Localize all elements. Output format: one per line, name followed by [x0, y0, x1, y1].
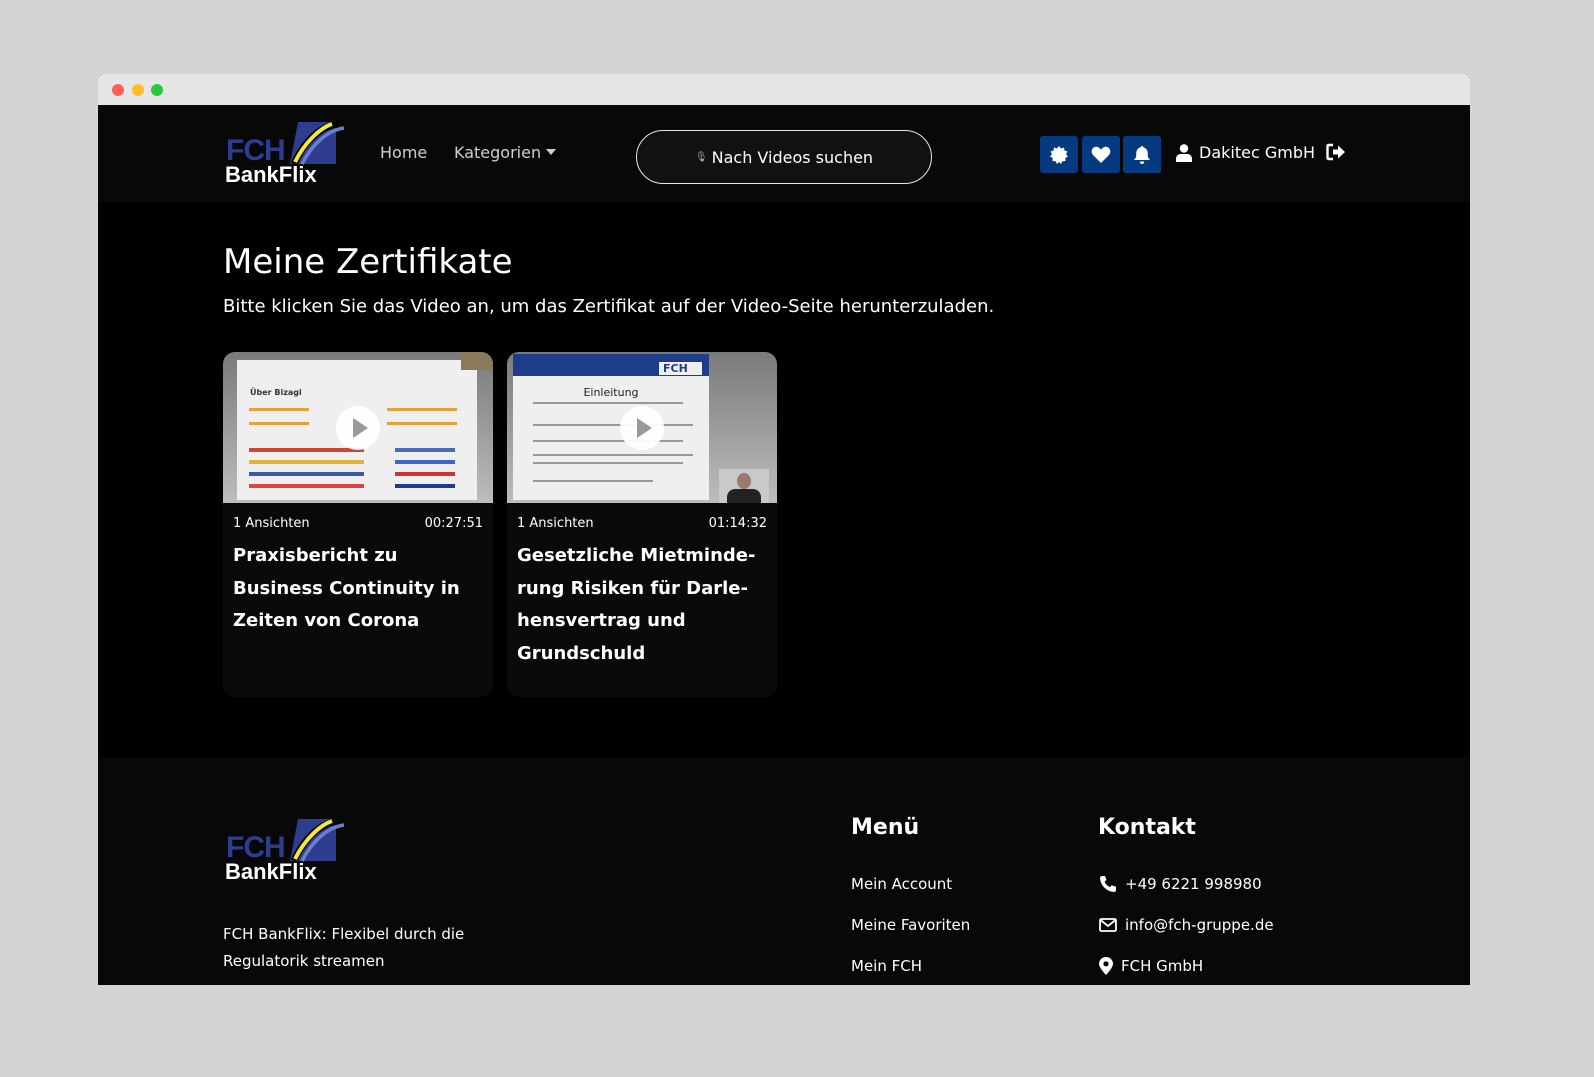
video-meta: 1 Ansichten 01:14:32	[517, 516, 767, 531]
bell-icon	[1134, 145, 1150, 164]
video-duration: 01:14:32	[708, 516, 767, 531]
site-logo[interactable]: FCH BankFlix	[224, 120, 348, 190]
video-thumbnail[interactable]: Über Bizagi	[223, 352, 493, 503]
caret-down-icon	[546, 149, 557, 155]
main-content: Meine Zertifikate Bitte klicken Sie das …	[98, 202, 1470, 757]
maximize-window-button[interactable]	[151, 84, 163, 96]
heart-icon	[1091, 146, 1111, 163]
certificate-icon	[1050, 145, 1068, 164]
nav-home-link[interactable]: Home	[380, 143, 427, 162]
window-titlebar	[98, 74, 1470, 105]
contact-email-text: info@fch-gruppe.de	[1125, 916, 1274, 934]
logo-swoosh-icon	[290, 817, 345, 863]
video-title[interactable]: Gesetzliche Mietminde­rung Risiken für D…	[517, 540, 767, 670]
logout-button[interactable]	[1326, 143, 1346, 165]
slide-heading: Einleitung	[583, 386, 639, 399]
user-icon	[1176, 143, 1192, 162]
contact-phone-text: +49 6221 998980	[1125, 875, 1262, 893]
certificates-button[interactable]	[1040, 136, 1078, 173]
footer-menu-heading: Menü	[851, 815, 920, 840]
logo-bankflix-text: BankFlix	[225, 859, 317, 884]
footer-logo[interactable]: FCH BankFlix	[224, 817, 348, 887]
view-count: 1 Ansichten	[233, 516, 310, 531]
user-name: Dakitec GmbH	[1199, 143, 1316, 162]
notifications-button[interactable]	[1123, 136, 1161, 173]
favorites-button[interactable]	[1082, 136, 1120, 173]
logo-bankflix-text: BankFlix	[225, 162, 317, 187]
video-meta: 1 Ansichten 00:27:51	[233, 516, 483, 531]
site-footer: FCH BankFlix FCH BankFlix: Flexibel durc…	[98, 757, 1470, 985]
nav-kategorien-label: Kategorien	[454, 143, 542, 162]
contact-email[interactable]: info@fch-gruppe.de	[1099, 916, 1274, 934]
map-pin-icon	[1099, 957, 1113, 975]
slide-preview: FCH Einleitung	[513, 354, 709, 500]
logo-swoosh-icon	[290, 120, 345, 166]
speaker-webcam	[719, 469, 769, 503]
video-title[interactable]: Praxisbericht zu Business Continuity in …	[233, 540, 483, 638]
minimize-window-button[interactable]	[132, 84, 144, 96]
nav-kategorien-dropdown[interactable]: Kategorien	[454, 143, 557, 162]
video-duration: 00:27:51	[424, 516, 483, 531]
phone-icon	[1100, 876, 1116, 892]
slide-heading: Über Bizagi	[250, 388, 302, 397]
site-header: FCH BankFlix Home Kategorien 🎙 Nach Vide…	[98, 105, 1470, 202]
contact-phone[interactable]: +49 6221 998980	[1099, 875, 1262, 893]
footer-contact-heading: Kontakt	[1098, 815, 1196, 840]
view-count: 1 Ansichten	[517, 516, 594, 531]
close-window-button[interactable]	[112, 84, 124, 96]
contact-address-text: FCH GmbH	[1121, 957, 1204, 975]
envelope-icon	[1099, 918, 1117, 932]
video-thumbnail[interactable]: FCH Einleitung	[507, 352, 777, 503]
microphone-icon: 🎙	[694, 151, 708, 163]
play-icon[interactable]	[620, 405, 664, 450]
user-account-link[interactable]: Dakitec GmbH	[1176, 143, 1315, 162]
video-card[interactable]: FCH Einleitung 1 Ansichten 01:14:32 Gese…	[507, 352, 777, 697]
video-card[interactable]: Über Bizagi 1 Ansichten 00:27:51 Praxisb…	[223, 352, 493, 697]
footer-link-mein-account[interactable]: Mein Account	[851, 875, 952, 893]
page-subtitle: Bitte klicken Sie das Video an, um das Z…	[223, 296, 995, 317]
footer-tagline: FCH BankFlix: Flexibel durch die Regulat…	[223, 925, 465, 970]
footer-link-mein-fch[interactable]: Mein FCH	[851, 957, 922, 975]
search-videos-button[interactable]: 🎙 Nach Videos suchen	[636, 130, 932, 184]
footer-link-meine-favoriten[interactable]: Meine Favoriten	[851, 916, 970, 934]
contact-address: FCH GmbH	[1099, 957, 1203, 975]
browser-window: FCH BankFlix Home Kategorien 🎙 Nach Vide…	[98, 74, 1470, 985]
play-icon[interactable]	[336, 405, 380, 450]
sign-out-icon	[1326, 143, 1345, 161]
search-label: Nach Videos suchen	[711, 147, 874, 167]
speaker-webcam	[461, 352, 493, 370]
page-title: Meine Zertifikate	[223, 242, 513, 282]
